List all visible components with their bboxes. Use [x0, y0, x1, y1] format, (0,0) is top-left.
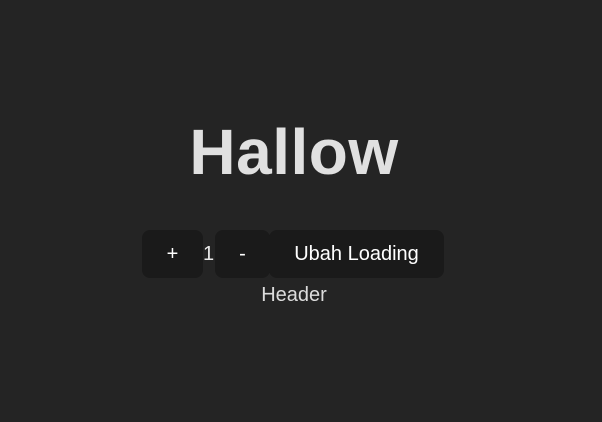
counter-controls: + 1 - Ubah Loading	[142, 230, 444, 278]
counter-value: 1	[203, 242, 215, 265]
page-title: Hallow	[189, 116, 399, 188]
decrement-button[interactable]: -	[215, 230, 270, 278]
toggle-loading-button[interactable]: Ubah Loading	[269, 230, 444, 278]
increment-button[interactable]: +	[142, 230, 203, 278]
counter-value-wrap: 1	[203, 243, 215, 266]
app-root: Hallow + 1 - Ubah Loading Header	[0, 0, 602, 422]
header-label: Header	[261, 284, 327, 306]
